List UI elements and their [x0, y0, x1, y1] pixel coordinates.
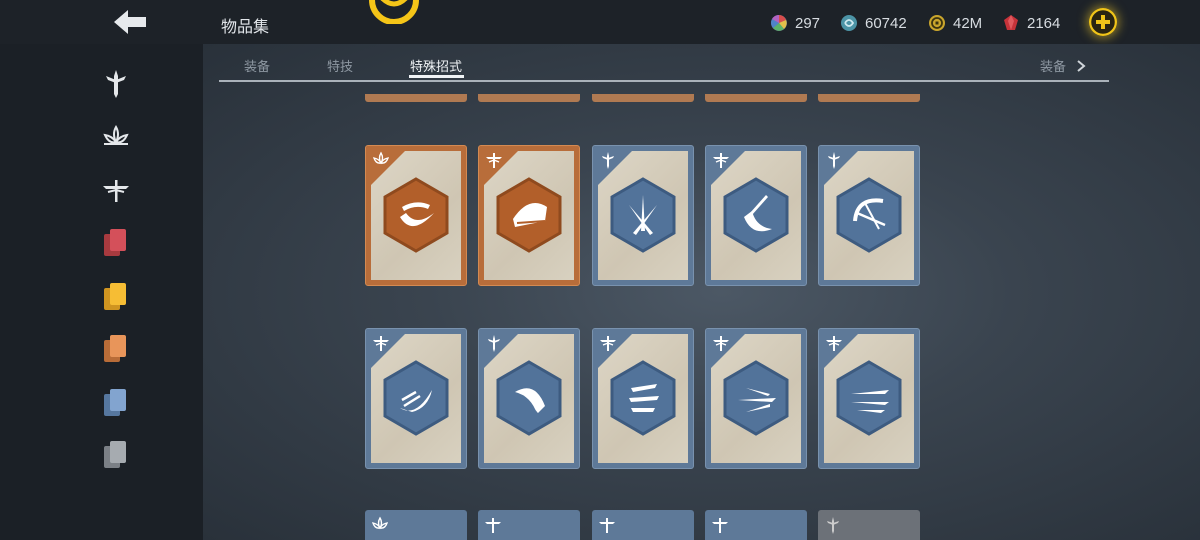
move-card[interactable] — [818, 328, 920, 469]
dragonfly-emblem-icon — [600, 336, 616, 351]
card-peek-top — [705, 94, 807, 102]
move-card[interactable] — [478, 145, 580, 286]
tab-bar: 装备 特技 特殊招式 — [219, 52, 1109, 82]
gray-cards-icon[interactable] — [100, 438, 132, 470]
claw-slash-icon — [383, 360, 449, 436]
move-card[interactable] — [365, 328, 467, 469]
back-arrow-icon[interactable] — [108, 6, 152, 38]
card-peek-bottom — [818, 510, 920, 540]
card-peek-top — [478, 94, 580, 102]
smile-logo-icon — [369, 0, 419, 24]
dragonfly-emblem-icon — [486, 153, 502, 168]
lotus-emblem-icon — [371, 516, 389, 530]
move-card[interactable] — [365, 145, 467, 286]
page-title: 物品集 — [221, 19, 270, 36]
orange-cards-icon[interactable] — [100, 332, 132, 364]
currency-value-prism: 297 — [795, 14, 821, 32]
lotus-emblem-icon[interactable] — [100, 122, 132, 154]
dagger-volley-icon — [836, 360, 902, 436]
swirl-coin-icon — [841, 15, 857, 31]
yellow-cards-icon[interactable] — [100, 280, 132, 312]
red-cards-icon[interactable] — [100, 226, 132, 258]
active-tab-indicator — [409, 75, 464, 78]
card-peek-bottom — [592, 510, 694, 540]
move-card[interactable] — [592, 328, 694, 469]
next-category-button[interactable]: 装备 — [1040, 56, 1086, 75]
prism-icon — [771, 14, 787, 31]
crescent-blade-icon — [496, 360, 562, 436]
tab-divider — [219, 80, 1109, 82]
dragonfly-emblem-icon — [485, 518, 501, 533]
crossed-swords-icon — [610, 177, 676, 253]
card-peek-bottom — [478, 510, 580, 540]
crescent-slash-icon — [383, 177, 449, 253]
gold-coin-icon — [929, 15, 945, 31]
add-currency-button[interactable] — [1089, 8, 1117, 36]
move-card[interactable] — [592, 145, 694, 286]
sword-emblem-icon — [488, 335, 500, 352]
category-sidebar — [0, 44, 203, 540]
dragonfly-emblem-icon — [373, 336, 389, 351]
move-card[interactable] — [705, 145, 807, 286]
sword-emblem-icon[interactable] — [100, 68, 132, 100]
currency-prism: 297 — [770, 12, 820, 34]
chevron-right-icon — [1077, 60, 1086, 72]
blade-arc-icon — [723, 177, 789, 253]
dragonfly-emblem-icon — [713, 336, 729, 351]
dragonfly-emblem-icon — [713, 153, 729, 168]
currency-value-swirl: 60742 — [865, 14, 907, 32]
sweeping-fist-icon — [496, 177, 562, 253]
card-peek-top — [592, 94, 694, 102]
card-peek-top — [365, 94, 467, 102]
next-category-label: 装备 — [1040, 59, 1067, 74]
card-peek-top — [818, 94, 920, 102]
dragonfly-emblem-icon — [599, 518, 615, 533]
dragonfly-emblem-icon[interactable] — [100, 174, 132, 206]
currency-swirl: 60742 — [840, 12, 907, 34]
triple-strike-icon — [610, 360, 676, 436]
tab-skills[interactable]: 特技 — [327, 56, 353, 75]
currency-gold: 42M — [928, 12, 982, 34]
sword-emblem-icon — [602, 152, 614, 169]
dragonfly-emblem-icon — [826, 336, 842, 351]
blue-cards-icon[interactable] — [100, 386, 132, 418]
lotus-emblem-icon — [372, 151, 390, 165]
tab-special-moves[interactable]: 特殊招式 — [410, 56, 462, 75]
currency-ruby: 2164 — [1002, 12, 1060, 34]
move-card[interactable] — [818, 145, 920, 286]
card-peek-bottom — [365, 510, 467, 540]
currency-value-gold: 42M — [953, 14, 983, 32]
top-bar: 物品集 297 60742 42M 2164 — [0, 0, 1200, 44]
sword-emblem-icon — [828, 152, 840, 169]
sword-emblem-icon — [827, 517, 839, 534]
dagger-throw-icon — [723, 360, 789, 436]
tab-equipment[interactable]: 装备 — [244, 56, 270, 75]
collection-panel — [203, 44, 1200, 540]
card-peek-bottom — [705, 510, 807, 540]
dragonfly-emblem-icon — [712, 518, 728, 533]
bow-shot-icon — [836, 177, 902, 253]
move-card[interactable] — [705, 328, 807, 469]
currency-value-ruby: 2164 — [1027, 14, 1061, 32]
move-card[interactable] — [478, 328, 580, 469]
ruby-icon — [1004, 15, 1018, 30]
